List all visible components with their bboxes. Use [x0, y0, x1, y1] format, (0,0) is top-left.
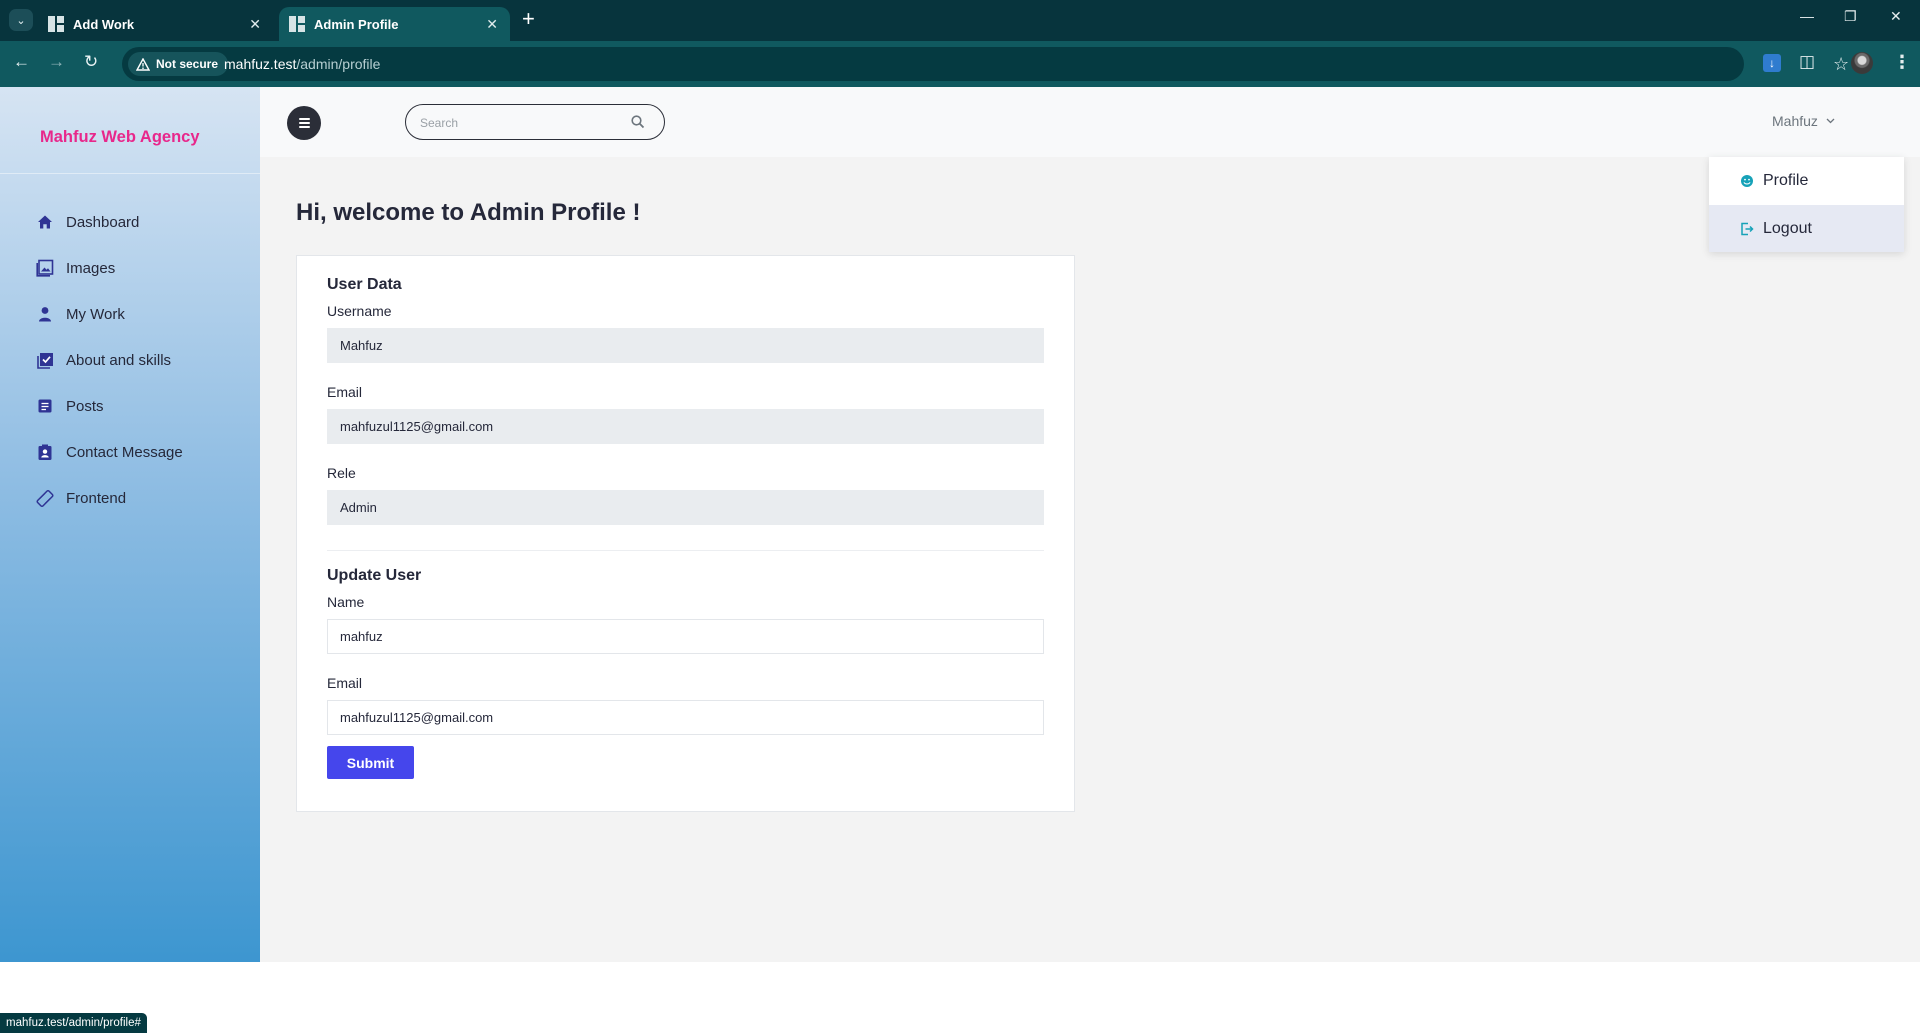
sidebar-item-my-work[interactable]: My Work: [36, 291, 183, 337]
sidebar: Mahfuz Web Agency Dashboard Images My Wo…: [0, 87, 260, 962]
new-tab-button[interactable]: +: [522, 8, 535, 30]
dropdown-item-label: Logout: [1763, 219, 1812, 237]
user-data-heading: User Data: [327, 276, 402, 293]
profile-card: User Data Username Email Rele Update Use…: [296, 255, 1075, 812]
hamburger-line: [298, 126, 310, 128]
sidebar-item-images[interactable]: Images: [36, 245, 183, 291]
browser-menu-icon[interactable]: ⋮: [1893, 52, 1911, 73]
submit-button[interactable]: Submit: [327, 746, 414, 779]
sidebar-item-label: My Work: [66, 305, 125, 323]
close-window-icon[interactable]: ✕: [1890, 8, 1902, 25]
sidebar-menu: Dashboard Images My Work About and skill…: [36, 199, 183, 521]
sidebar-item-contact-message[interactable]: Contact Message: [36, 429, 183, 475]
dropdown-item-logout[interactable]: Logout: [1709, 205, 1904, 252]
chevron-down-icon: [1826, 118, 1835, 124]
dropdown-item-label: Profile: [1763, 171, 1809, 189]
page-favicon-icon: [289, 16, 305, 32]
name-input[interactable]: [327, 619, 1044, 654]
sidebar-item-label: Contact Message: [66, 443, 183, 461]
url-host: mahfuz.test: [224, 56, 297, 72]
section-divider: [327, 550, 1044, 551]
status-bar-url: mahfuz.test/admin/profile#: [0, 1013, 147, 1033]
update-user-heading: Update User: [327, 567, 422, 584]
dropdown-item-profile[interactable]: Profile: [1709, 157, 1904, 204]
user-name: Mahfuz: [1772, 113, 1818, 129]
restore-icon[interactable]: ❐: [1844, 8, 1857, 25]
tab-close-icon[interactable]: ✕: [486, 16, 498, 33]
minimize-icon[interactable]: —: [1800, 8, 1814, 24]
address-bar[interactable]: Not secure mahfuz.test/admin/profile ☆: [122, 47, 1849, 81]
top-navbar: Mahfuz: [260, 87, 1920, 157]
hamburger-line: [298, 122, 310, 124]
browser-profile-avatar[interactable]: [1851, 52, 1873, 74]
browser-tab-bar: ⌄ Add Work ✕ Admin Profile ✕ + — ❐ ✕: [0, 0, 1920, 41]
sidebar-item-dashboard[interactable]: Dashboard: [36, 199, 183, 245]
email-input[interactable]: [327, 700, 1044, 735]
tab-admin-profile[interactable]: Admin Profile ✕: [279, 7, 510, 41]
user-menu-toggle[interactable]: Mahfuz: [1772, 113, 1835, 129]
update-email-label: Email: [327, 675, 363, 691]
sidebar-toggle-button[interactable]: [287, 106, 321, 140]
reload-icon[interactable]: ↻: [84, 52, 98, 72]
warning-icon: [136, 57, 150, 71]
hamburger-line: [298, 118, 310, 120]
role-label: Rele: [327, 465, 356, 481]
security-label: Not secure: [156, 57, 219, 71]
name-label: Name: [327, 594, 365, 610]
sidebar-item-label: Frontend: [66, 489, 127, 507]
page-content: Mahfuz Web Agency Dashboard Images My Wo…: [0, 87, 1920, 962]
tab-title: Admin Profile: [314, 16, 399, 32]
sidebar-item-label: Dashboard: [66, 213, 140, 231]
document-icon: [36, 397, 54, 415]
security-chip[interactable]: Not secure: [128, 52, 229, 76]
frontend-icon: [36, 489, 54, 507]
tab-add-work[interactable]: Add Work ✕: [38, 7, 273, 41]
profile-icon: [1741, 174, 1753, 187]
url-path: /admin/profile: [296, 56, 381, 72]
bookmark-star-icon[interactable]: ☆: [1833, 54, 1849, 75]
download-icon[interactable]: ↓: [1763, 54, 1781, 72]
home-icon: [36, 213, 54, 231]
search-icon[interactable]: [630, 114, 646, 130]
sidebar-item-about-and-skills[interactable]: About and skills: [36, 337, 183, 383]
extensions-icon[interactable]: ◫: [1799, 52, 1817, 71]
sidebar-item-label: About and skills: [66, 351, 172, 369]
sidebar-item-posts[interactable]: Posts: [36, 383, 183, 429]
email-field-readonly[interactable]: [327, 409, 1044, 444]
sidebar-item-label: Posts: [66, 397, 104, 415]
check-square-icon: [36, 351, 54, 369]
browser-toolbar: ← → ↻ Not secure mahfuz.test/admin/profi…: [0, 41, 1920, 87]
username-field[interactable]: [327, 328, 1044, 363]
url-text[interactable]: mahfuz.test/admin/profile: [224, 56, 380, 72]
tab-title: Add Work: [73, 16, 135, 32]
sidebar-item-label: Images: [66, 259, 116, 277]
search-field: [405, 104, 665, 140]
user-dropdown-menu: Profile Logout: [1709, 157, 1904, 252]
role-field[interactable]: [327, 490, 1044, 525]
forward-icon[interactable]: →: [48, 52, 65, 72]
username-label: Username: [327, 303, 392, 319]
search-input[interactable]: [420, 114, 620, 132]
logout-icon: [1741, 222, 1754, 235]
brand-logo-text[interactable]: Mahfuz Web Agency: [40, 128, 200, 147]
sidebar-divider: [0, 173, 260, 174]
images-icon: [36, 259, 54, 277]
tab-close-icon[interactable]: ✕: [249, 16, 261, 33]
email-label: Email: [327, 384, 363, 400]
sidebar-item-frontend[interactable]: Frontend: [36, 475, 183, 521]
contact-card-icon: [36, 443, 54, 461]
back-icon[interactable]: ←: [13, 52, 30, 72]
user-icon: [36, 305, 54, 323]
page-favicon-icon: [48, 16, 64, 32]
tab-search-button[interactable]: ⌄: [9, 9, 33, 31]
page-title: Hi, welcome to Admin Profile !: [296, 199, 641, 226]
